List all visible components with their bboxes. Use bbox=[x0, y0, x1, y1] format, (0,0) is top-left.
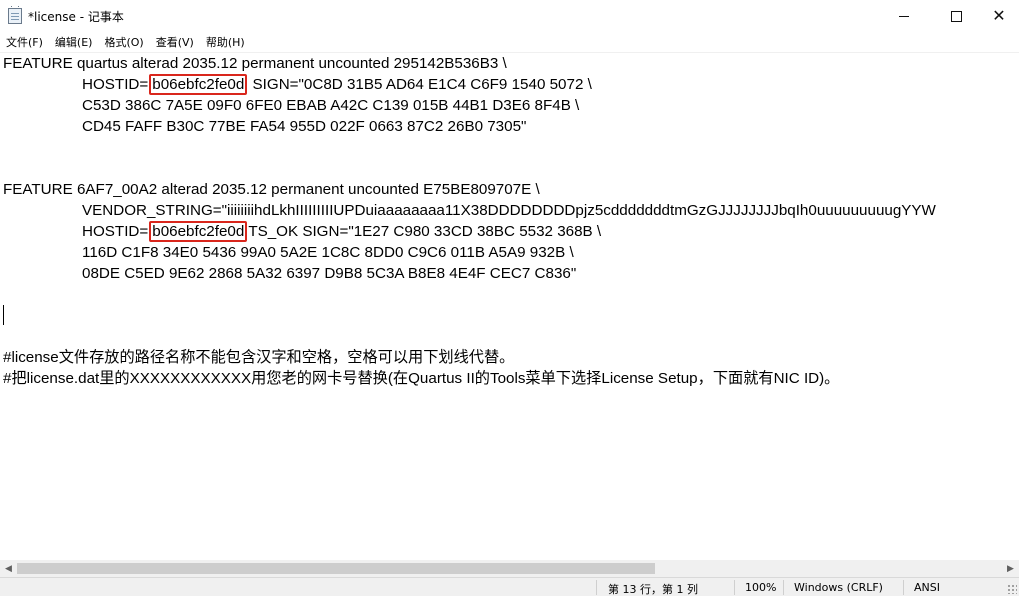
sign-text: TS_OK SIGN="1E27 C980 33CD 38BC 5532 368… bbox=[248, 223, 602, 240]
text-line: C53D 386C 7A5E 09F0 6FE0 EBAB A42C C139 … bbox=[82, 97, 580, 114]
menu-bar: 文件(F) 编辑(E) 格式(O) 查看(V) 帮助(H) bbox=[0, 32, 1019, 52]
status-separator bbox=[734, 580, 735, 595]
minimize-button[interactable] bbox=[881, 0, 927, 32]
title-bar: *license - 记事本 ✕ bbox=[0, 0, 1019, 32]
zoom-level: 100% bbox=[745, 581, 777, 594]
text-line: CD45 FAFF B30C 77BE FA54 955D 022F 0663 … bbox=[82, 118, 527, 135]
close-button[interactable]: ✕ bbox=[979, 0, 1019, 32]
menu-file[interactable]: 文件(F) bbox=[0, 34, 49, 50]
horizontal-scrollbar[interactable]: ◀ ▶ bbox=[0, 560, 1019, 577]
maximize-icon bbox=[950, 10, 962, 22]
resize-grip-icon[interactable] bbox=[1007, 584, 1017, 594]
text-caret bbox=[3, 305, 4, 325]
text-line: HOSTID= b06ebfc2fe0d SIGN="0C8D 31B5 AD64… bbox=[82, 74, 592, 95]
status-separator bbox=[903, 580, 904, 595]
close-icon: ✕ bbox=[992, 6, 1006, 25]
menu-format[interactable]: 格式(O) bbox=[98, 34, 149, 50]
line-ending: Windows (CRLF) bbox=[794, 581, 883, 594]
text-line: FEATURE 6AF7_00A2 alterad 2035.12 perman… bbox=[3, 181, 540, 198]
text-line: HOSTID= b06ebfc2fe0d TS_OK SIGN="1E27 C980… bbox=[82, 221, 601, 242]
status-separator bbox=[596, 580, 597, 595]
text-line: VENDOR_STRING="iiiiiiiihdLkhIIIIIIIIIUPD… bbox=[82, 202, 936, 219]
hostid-highlight: b06ebfc2fe0d bbox=[149, 74, 248, 95]
comment-line: #把license.dat里的XXXXXXXXXXXX用您老的网卡号替换(在Qu… bbox=[3, 370, 840, 387]
scroll-right-icon[interactable]: ▶ bbox=[1002, 560, 1019, 577]
cursor-position: 第 13 行，第 1 列 bbox=[608, 583, 698, 596]
menu-edit[interactable]: 编辑(E) bbox=[49, 34, 99, 50]
notepad-icon bbox=[8, 6, 22, 24]
minimize-icon bbox=[899, 15, 909, 17]
status-bar: 第 13 行，第 1 列 100% Windows (CRLF) ANSI bbox=[0, 577, 1019, 596]
window-title: *license - 记事本 bbox=[28, 10, 124, 24]
text-line: 116D C1F8 34E0 5436 99A0 5A2E 1C8C 8DD0 … bbox=[82, 244, 574, 261]
encoding: ANSI bbox=[914, 581, 940, 594]
text-line: FEATURE quartus alterad 2035.12 permanen… bbox=[3, 55, 507, 72]
hostid-highlight: b06ebfc2fe0d bbox=[149, 221, 248, 242]
status-separator bbox=[783, 580, 784, 595]
menu-help[interactable]: 帮助(H) bbox=[200, 34, 251, 50]
maximize-button[interactable] bbox=[933, 0, 979, 32]
text-line: 08DE C5ED 9E62 2868 5A32 6397 D9B8 5C3A … bbox=[82, 265, 577, 282]
text-editor[interactable]: FEATURE quartus alterad 2035.12 permanen… bbox=[0, 52, 1019, 561]
scrollbar-thumb[interactable] bbox=[17, 563, 655, 574]
menu-view[interactable]: 查看(V) bbox=[150, 34, 200, 50]
scroll-left-icon[interactable]: ◀ bbox=[0, 560, 17, 577]
sign-text: SIGN="0C8D 31B5 AD64 E1C4 C6F9 1540 5072… bbox=[248, 76, 592, 93]
hostid-label: HOSTID= bbox=[82, 76, 149, 93]
hostid-label: HOSTID= bbox=[82, 223, 149, 240]
comment-line: #license文件存放的路径名称不能包含汉字和空格，空格可以用下划线代替。 bbox=[3, 349, 515, 366]
